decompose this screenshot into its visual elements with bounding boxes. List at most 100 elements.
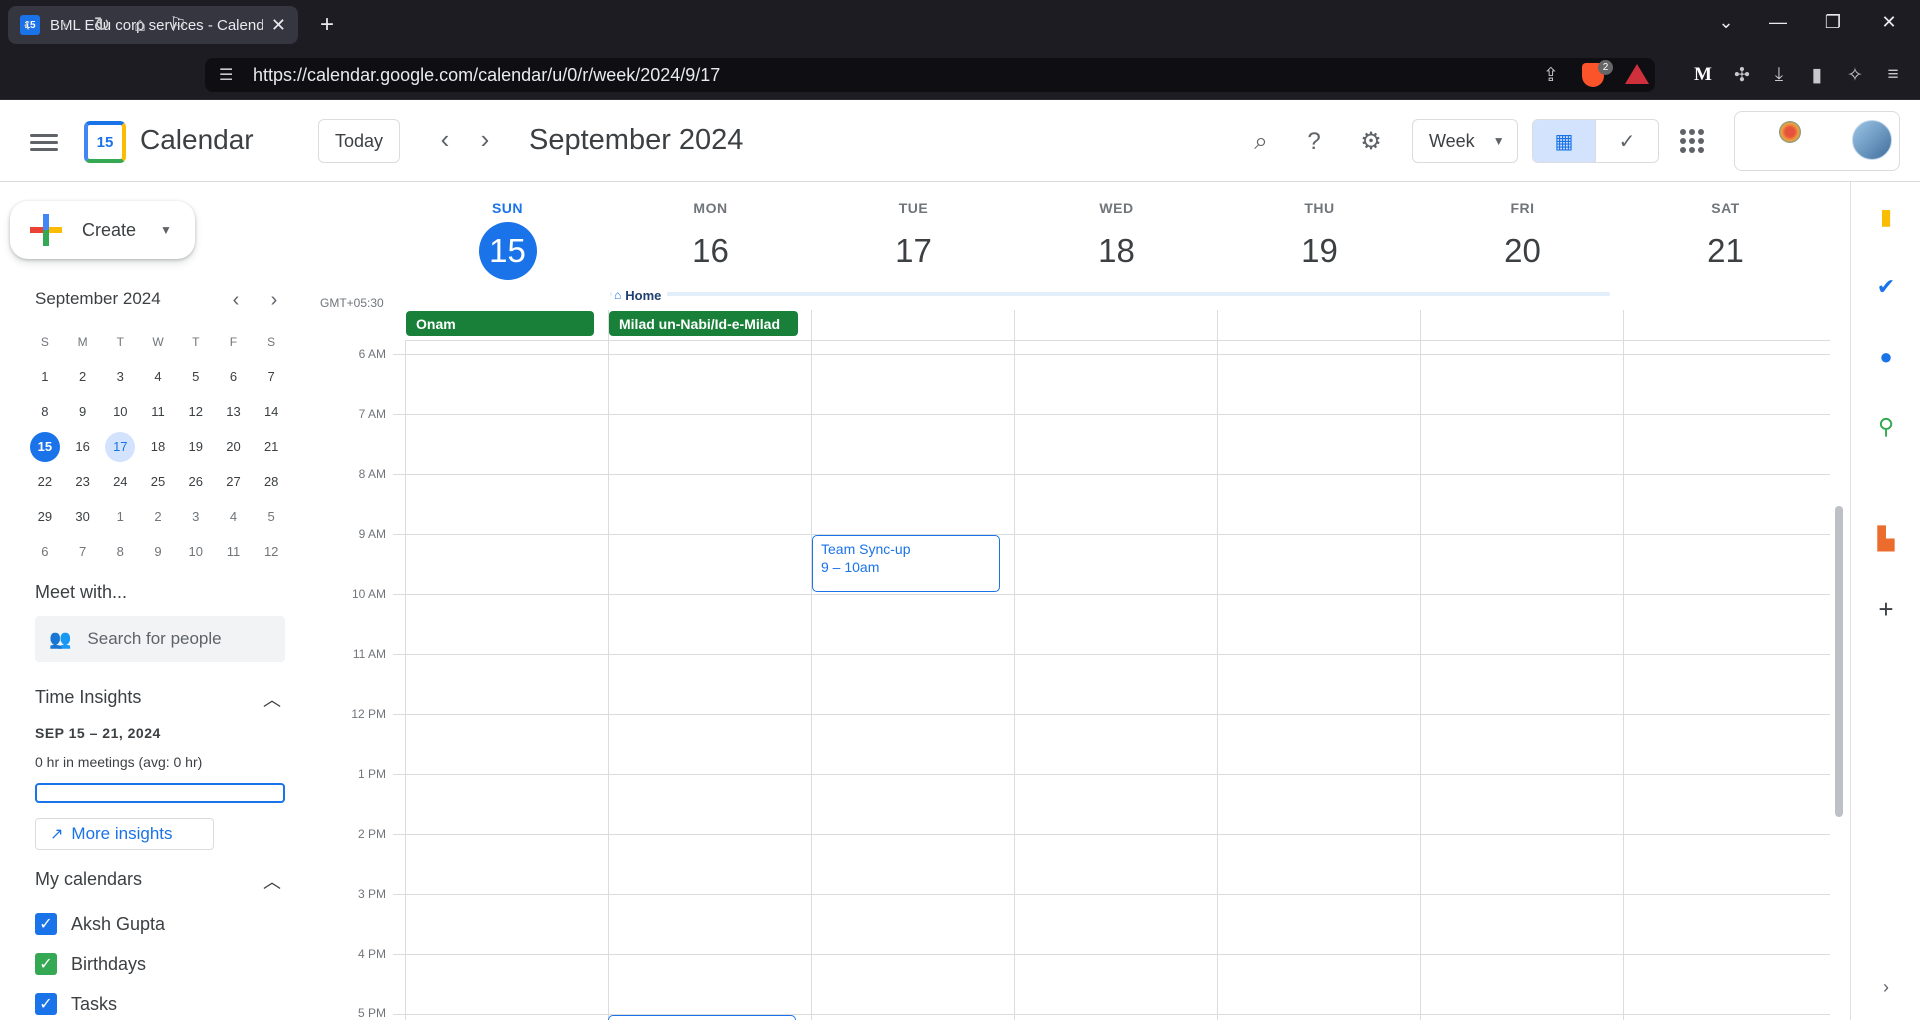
- mini-day[interactable]: 29: [26, 502, 64, 532]
- google-apps-icon[interactable]: [1680, 129, 1704, 153]
- day-header[interactable]: MON 16: [609, 200, 812, 280]
- close-window-icon[interactable]: ✕: [1876, 12, 1902, 33]
- day-date[interactable]: 20: [1494, 222, 1552, 280]
- checkbox-checked-icon[interactable]: ✓: [35, 993, 57, 1015]
- day-date[interactable]: 21: [1697, 222, 1755, 280]
- mini-day[interactable]: 12: [252, 537, 290, 567]
- mini-day[interactable]: 10: [177, 537, 215, 567]
- settings-gear-icon[interactable]: ⚙: [1356, 127, 1386, 157]
- maps-icon[interactable]: ⚲: [1872, 413, 1900, 441]
- grid-scrollbar[interactable]: [1835, 506, 1843, 817]
- day-header[interactable]: TUE 17: [812, 200, 1015, 280]
- create-button[interactable]: Create ▼: [10, 201, 195, 259]
- mini-day[interactable]: 22: [26, 467, 64, 497]
- reload-icon[interactable]: ↻: [89, 14, 115, 36]
- mini-day-today[interactable]: 15: [26, 431, 64, 462]
- calendar-view-icon[interactable]: ▦: [1533, 120, 1595, 162]
- minimize-window-icon[interactable]: —: [1765, 12, 1791, 33]
- all-day-event[interactable]: Milad un-Nabi/Id-e-Milad: [609, 311, 798, 336]
- mini-day[interactable]: 9: [139, 537, 177, 567]
- mini-day[interactable]: 11: [215, 537, 253, 567]
- mini-day[interactable]: 8: [26, 397, 64, 427]
- bookmark-icon[interactable]: ⚐: [165, 14, 191, 36]
- mini-day[interactable]: 26: [177, 467, 215, 497]
- mini-day[interactable]: 16: [64, 432, 102, 462]
- mini-day[interactable]: 1: [101, 502, 139, 532]
- mini-day[interactable]: 2: [139, 502, 177, 532]
- mini-day[interactable]: 7: [252, 362, 290, 392]
- collapse-my-calendars-icon[interactable]: ︿: [262, 868, 282, 894]
- mini-day[interactable]: 5: [252, 502, 290, 532]
- all-day-event[interactable]: Onam: [406, 311, 594, 336]
- mini-day[interactable]: 25: [139, 467, 177, 497]
- calendar-item[interactable]: ✓ Aksh Gupta: [35, 913, 165, 935]
- mini-day[interactable]: 28: [252, 467, 290, 497]
- calendar-item[interactable]: ✓ Birthdays: [35, 953, 146, 975]
- forward-icon[interactable]: ›: [52, 14, 78, 36]
- collapse-time-insights-icon[interactable]: ︿: [262, 686, 282, 712]
- restore-window-icon[interactable]: ❐: [1820, 12, 1846, 33]
- close-tab-icon[interactable]: ✕: [271, 15, 286, 36]
- mini-next-month-icon[interactable]: ›: [263, 289, 285, 311]
- calendar-item[interactable]: ✓ Tasks: [35, 993, 117, 1015]
- day-date[interactable]: 16: [682, 222, 740, 280]
- back-icon[interactable]: ‹: [14, 14, 40, 36]
- day-date[interactable]: 17: [885, 222, 943, 280]
- mini-day[interactable]: 21: [252, 432, 290, 462]
- home-icon[interactable]: ⌂: [127, 14, 153, 36]
- tasks-view-icon[interactable]: ✓: [1595, 120, 1658, 162]
- mini-day[interactable]: 1: [26, 362, 64, 392]
- tab-list-chevron-icon[interactable]: ⌄: [1713, 12, 1739, 33]
- day-header[interactable]: SAT 21: [1624, 200, 1827, 280]
- avatar[interactable]: [1852, 120, 1892, 160]
- view-select[interactable]: Week ▼: [1412, 119, 1518, 163]
- office-addon-icon[interactable]: ▙: [1872, 525, 1900, 553]
- working-location-chip[interactable]: ⌂ Home: [612, 286, 668, 304]
- mini-day[interactable]: 10: [101, 397, 139, 427]
- leo-ai-icon[interactable]: ✧: [1842, 64, 1868, 87]
- mini-day-selected[interactable]: 17: [101, 431, 139, 462]
- keep-icon[interactable]: ▮: [1872, 203, 1900, 231]
- next-week-chevron-icon[interactable]: ›: [472, 126, 498, 152]
- get-addons-plus-icon[interactable]: +: [1872, 594, 1900, 624]
- site-settings-icon[interactable]: ☰: [219, 65, 233, 85]
- checkbox-checked-icon[interactable]: ✓: [35, 953, 57, 975]
- main-menu-icon[interactable]: [30, 130, 58, 152]
- medium-extension-icon[interactable]: M: [1690, 64, 1716, 86]
- mini-day[interactable]: 3: [101, 362, 139, 392]
- calendar-event[interactable]: Team Sync-up 9 – 10am: [812, 535, 1000, 592]
- mini-day[interactable]: 2: [64, 362, 102, 392]
- mini-day[interactable]: 30: [64, 502, 102, 532]
- mini-day[interactable]: 19: [177, 432, 215, 462]
- help-icon[interactable]: ?: [1299, 127, 1329, 157]
- contacts-icon[interactable]: ●: [1872, 343, 1900, 371]
- day-header[interactable]: SUN 15: [406, 200, 609, 280]
- mini-day[interactable]: 5: [177, 362, 215, 392]
- mini-day[interactable]: 20: [215, 432, 253, 462]
- mini-day[interactable]: 23: [64, 467, 102, 497]
- today-button[interactable]: Today: [318, 119, 400, 163]
- day-date[interactable]: 19: [1291, 222, 1349, 280]
- day-header[interactable]: THU 19: [1218, 200, 1421, 280]
- mini-day[interactable]: 14: [252, 397, 290, 427]
- search-people-input[interactable]: 👥 Search for people: [35, 616, 285, 662]
- mini-day[interactable]: 24: [101, 467, 139, 497]
- mini-day[interactable]: 6: [26, 537, 64, 567]
- day-date[interactable]: 15: [478, 222, 537, 280]
- mini-day[interactable]: 18: [139, 432, 177, 462]
- browser-menu-icon[interactable]: ≡: [1880, 64, 1906, 86]
- brave-rewards-icon[interactable]: [1625, 64, 1649, 84]
- downloads-icon[interactable]: ⤓: [1766, 64, 1792, 86]
- extensions-icon[interactable]: ✣: [1729, 64, 1755, 87]
- share-icon[interactable]: ⇪: [1538, 64, 1564, 87]
- mini-day[interactable]: 9: [64, 397, 102, 427]
- sidebar-toggle-icon[interactable]: ▮: [1804, 64, 1830, 87]
- mini-day[interactable]: 12: [177, 397, 215, 427]
- mini-day[interactable]: 4: [215, 502, 253, 532]
- checkbox-checked-icon[interactable]: ✓: [35, 913, 57, 935]
- address-bar[interactable]: ☰ https://calendar.google.com/calendar/u…: [205, 58, 1655, 92]
- day-header[interactable]: FRI 20: [1421, 200, 1624, 280]
- mini-day[interactable]: 11: [139, 397, 177, 427]
- mini-prev-month-icon[interactable]: ‹: [225, 289, 247, 311]
- mini-day[interactable]: 8: [101, 537, 139, 567]
